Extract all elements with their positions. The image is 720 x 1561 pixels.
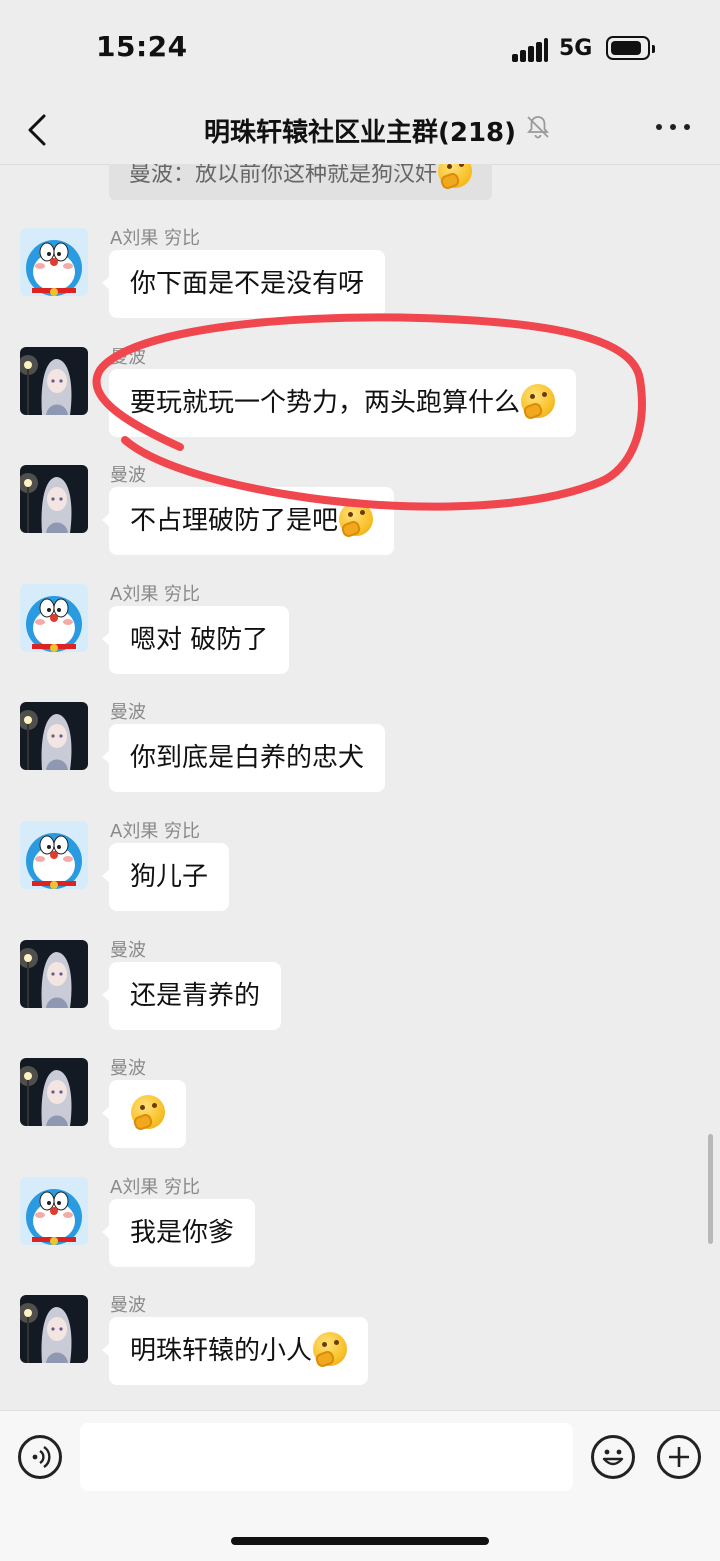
quoted-message-text: 曼波：放以前你这种就是狗汉奸 [129,164,438,187]
message-bubble[interactable]: 你到底是白养的忠犬 [101,724,386,792]
home-indicator[interactable] [231,1537,489,1545]
scrollbar[interactable] [708,1134,713,1244]
signal-icon [512,38,548,62]
message-text: 我是你爹 [130,1218,235,1248]
thinking-emoji-icon [313,1332,348,1366]
sender-name: 曼波 [110,465,146,486]
anime-girl-avatar[interactable] [20,940,88,1008]
chat-header: 明珠轩辕社区业主群(218) [0,96,720,165]
sender-name: A刘果 穷比 [110,228,201,249]
message-text: 你下面是不是没有呀 [130,269,365,299]
status-bar: 15:24 5G [0,0,720,96]
anime-girl-avatar[interactable] [20,465,88,533]
message-bubble[interactable]: 还是青养的 [101,962,282,1030]
anime-girl-avatar[interactable] [20,1058,88,1126]
chat-message: 曼波不占理破防了是吧 [0,465,720,565]
thinking-emoji-icon [339,502,374,536]
anime-girl-avatar[interactable] [20,347,88,415]
battery-icon [606,36,655,60]
message-bubble[interactable]: 明珠轩辕的小人 [101,1317,369,1385]
mute-bell-icon [527,116,549,139]
chat-message: 曼波你到底是白养的忠犬 [0,702,720,802]
message-text: 不占理破防了是吧 [130,506,339,536]
sender-name: 曼波 [110,702,146,723]
thinking-emoji-icon [521,384,556,418]
quoted-message[interactable]: 曼波：放以前你这种就是狗汉奸 [109,164,493,200]
anime-girl-avatar[interactable] [20,1295,88,1363]
status-time: 15:24 [96,30,188,63]
chat-message: A刘果 穷比我是你爹 [0,1177,720,1277]
chat-title: 明珠轩辕社区业主群(218) [203,118,517,148]
chat-message: A刘果 穷比狗儿子 [0,821,720,921]
chat-message: A刘果 穷比嗯对 破防了 [0,584,720,684]
sender-name: A刘果 穷比 [110,821,201,842]
message-input[interactable] [80,1423,573,1491]
more-button[interactable] [654,124,690,134]
emoji-button[interactable] [591,1435,635,1479]
sender-name: A刘果 穷比 [110,584,201,605]
message-text: 你到底是白养的忠犬 [130,743,365,773]
message-bubble[interactable]: 狗儿子 [101,843,230,911]
chat-message: 曼波 [0,1058,720,1158]
thinking-emoji-icon [131,1095,165,1129]
voice-icon [32,1446,51,1468]
message-text: 明珠轩辕的小人 [130,1336,313,1366]
message-bubble[interactable] [102,1080,186,1148]
sender-name: 曼波 [110,347,146,368]
message-bubble[interactable]: 嗯对 破防了 [101,606,290,674]
anime-girl-avatar[interactable] [20,702,88,770]
message-text: 还是青养的 [130,981,261,1011]
doraemon-avatar[interactable] [20,228,88,296]
chat-message: A刘果 穷比你下面是不是没有呀 [0,228,720,328]
chat-message: 曼波明珠轩辕的小人 [0,1295,720,1395]
chat-message: 曼波要玩就玩一个势力，两头跑算什么 [0,347,720,447]
message-text: 狗儿子 [130,862,209,892]
doraemon-avatar[interactable] [20,584,88,652]
message-bubble[interactable]: 我是你爹 [101,1199,256,1267]
network-label: 5G [559,36,593,61]
plus-button[interactable] [657,1435,701,1479]
thinking-emoji-icon [438,164,473,188]
message-text: 嗯对 破防了 [130,625,269,655]
sender-name: 曼波 [110,940,146,961]
doraemon-avatar[interactable] [20,821,88,889]
message-bubble[interactable]: 要玩就玩一个势力，两头跑算什么 [101,369,577,437]
plus-icon [669,1447,689,1467]
voice-button[interactable] [18,1435,62,1479]
sender-name: A刘果 穷比 [110,1177,201,1198]
emoji-icon [602,1449,624,1466]
message-bubble[interactable]: 不占理破防了是吧 [101,487,395,555]
message-bubble[interactable]: 你下面是不是没有呀 [101,250,386,318]
sender-name: 曼波 [110,1295,146,1316]
doraemon-avatar[interactable] [20,1177,88,1245]
message-text: 要玩就玩一个势力，两头跑算什么 [130,388,521,418]
chat-list[interactable]: 曼波：放以前你这种就是狗汉奸 A刘果 穷比 你下面是不是没有呀 曼波 要玩就玩一个势力… [0,164,720,1410]
chat-message: 曼波还是青养的 [0,940,720,1040]
sender-name: 曼波 [110,1058,146,1079]
